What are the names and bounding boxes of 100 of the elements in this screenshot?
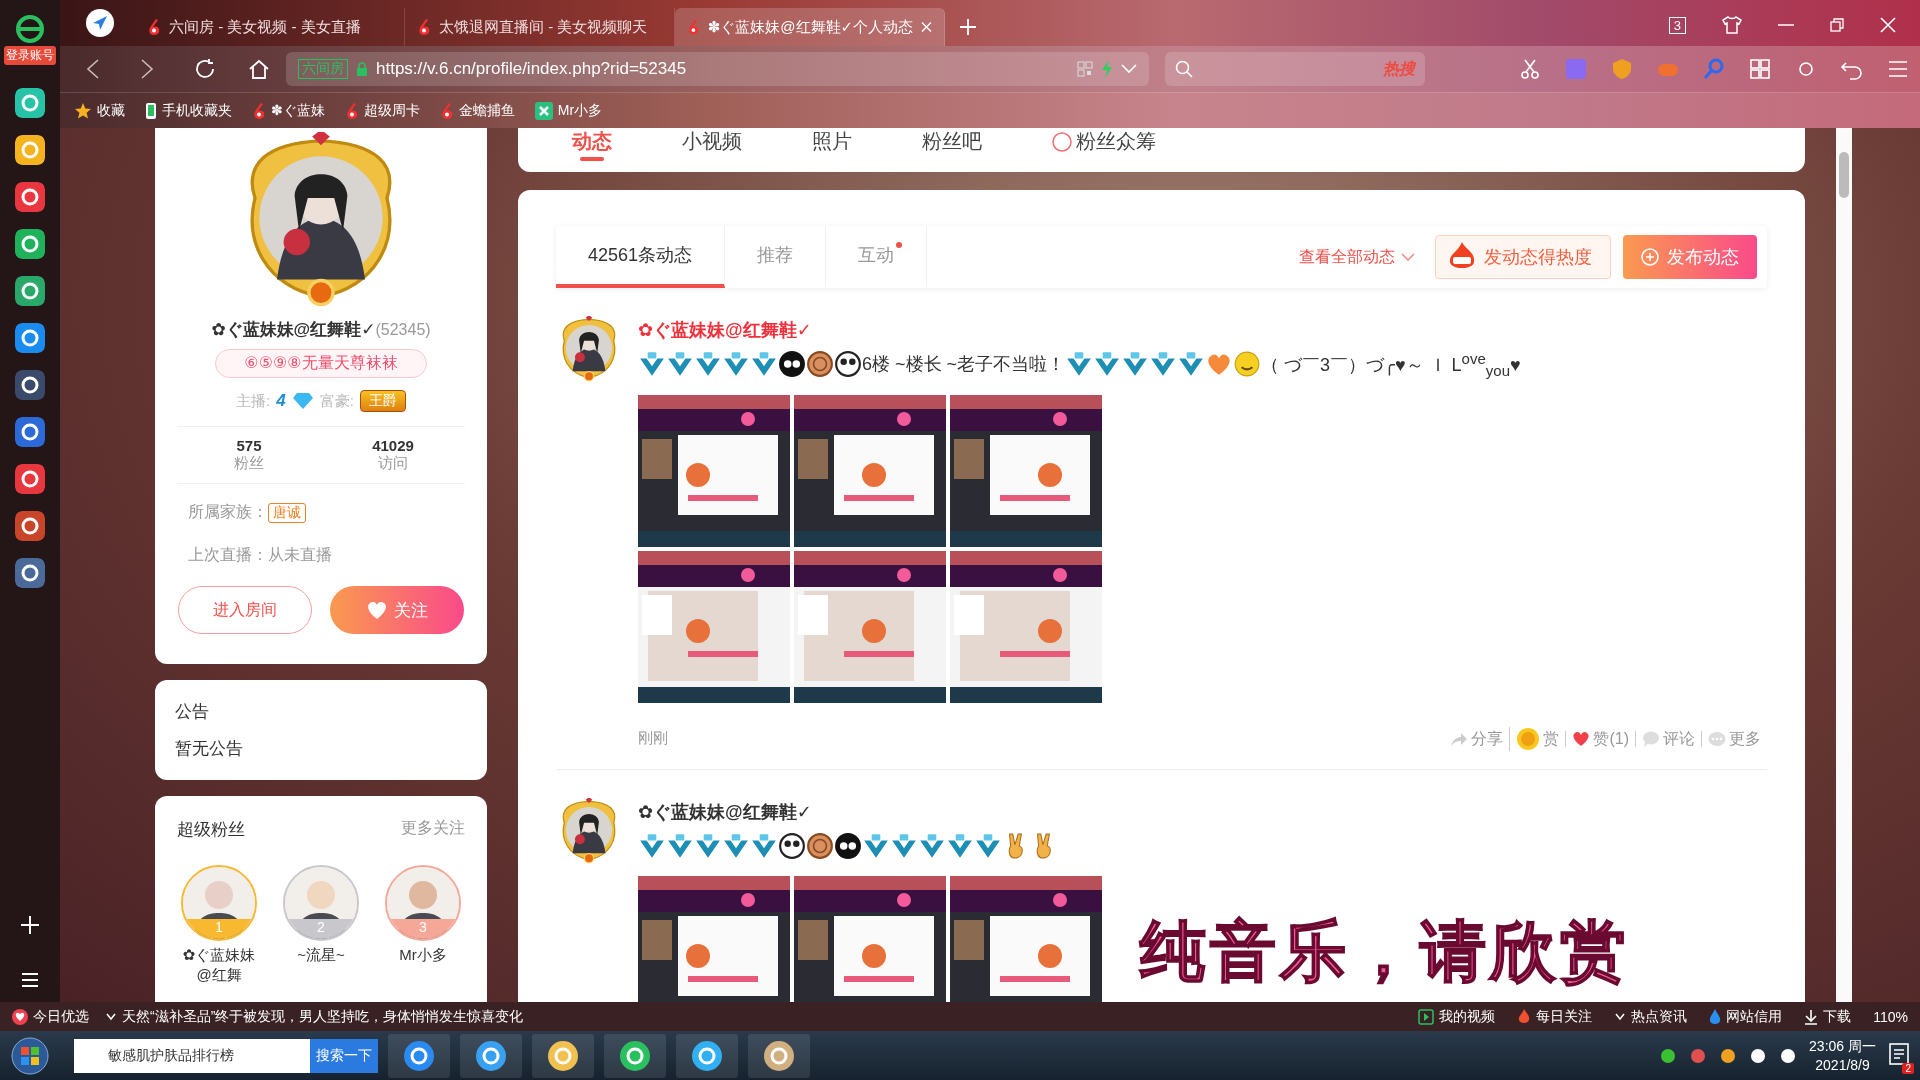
view-all-dropdown[interactable]: 查看全部动态 <box>1299 246 1415 268</box>
status-item[interactable]: 热点资讯 <box>1614 1007 1688 1026</box>
restore-icon[interactable] <box>1830 18 1844 32</box>
zoom-level[interactable]: 110% <box>1873 1008 1908 1025</box>
tab-count[interactable]: 3 <box>1668 16 1686 34</box>
address-field[interactable]: 六间房 https://v.6.cn/profile/index.php?rid=52345 <box>286 52 1149 86</box>
lyrics-overlay: 纯音乐，请欣赏 <box>1140 918 1630 984</box>
fan-name[interactable]: ~流星~ <box>279 945 363 965</box>
shirt-icon[interactable] <box>1722 16 1742 34</box>
download-icon <box>1804 1008 1819 1025</box>
notification-icon[interactable] <box>1888 1041 1910 1066</box>
phone-icon <box>145 101 157 120</box>
bookmark[interactable]: Mr小多 <box>534 101 603 120</box>
stat-value: 575 <box>236 437 262 454</box>
status-item[interactable]: 网站信用 <box>1709 1007 1783 1026</box>
stat-label: 访问 <box>378 454 408 473</box>
login-label[interactable]: 登录账号 <box>4 46 56 65</box>
home-icon[interactable] <box>248 58 270 80</box>
coin-emoji-icon <box>806 831 834 860</box>
tray-icon[interactable] <box>1719 1046 1738 1065</box>
chevron-emoji-icon <box>638 831 666 860</box>
menu-icon[interactable] <box>21 972 39 988</box>
fan-name[interactable]: Mr小多 <box>381 945 465 965</box>
status-item[interactable]: 每日关注 <box>1517 1007 1593 1026</box>
post-author[interactable]: ✿ぐ蓝妹妹@红舞鞋✓ <box>638 318 1767 342</box>
browser-logo-icon[interactable] <box>14 14 46 44</box>
panda-emoji-icon <box>834 350 862 379</box>
tray-icon[interactable] <box>1779 1046 1798 1065</box>
stat-label: 粉丝 <box>234 454 264 473</box>
sidebar-app-icon[interactable] <box>15 464 45 494</box>
search-button[interactable]: 搜索一下 <box>310 1038 378 1073</box>
more-icon <box>1708 730 1726 747</box>
sidebar-app-icon[interactable] <box>15 370 45 400</box>
sidebar-app-icon[interactable] <box>15 229 45 259</box>
sidebar-app-icon[interactable] <box>15 558 45 588</box>
status-item[interactable]: 我的视频 <box>1418 1007 1496 1026</box>
sidebar-app-icon[interactable] <box>15 88 45 118</box>
compass-icon[interactable] <box>85 8 115 38</box>
status-item[interactable]: 今日优选 <box>12 1007 89 1026</box>
chevron-emoji-icon <box>750 831 778 860</box>
rich-label: 富豪: <box>319 391 354 411</box>
start-button-icon[interactable] <box>10 1035 50 1076</box>
grid-icon[interactable] <box>1748 57 1772 81</box>
tray-icon[interactable] <box>1659 1046 1678 1065</box>
search-icon <box>1175 60 1193 78</box>
nav-tab[interactable]: 照片 <box>812 128 852 163</box>
face-emoji-icon <box>834 831 862 860</box>
status-item[interactable]: 天然“滋补圣品”终于被发现，男人坚持吃，身体悄悄发生惊喜变化 <box>105 1007 524 1026</box>
sidebar-app-icon[interactable] <box>15 276 45 306</box>
back-icon[interactable] <box>86 59 100 79</box>
sidebar-app-icon[interactable] <box>15 135 45 165</box>
browser-tab[interactable]: ✽ぐ蓝妹妹@红舞鞋✓个人动态 <box>675 8 945 46</box>
chevron-emoji-icon <box>918 831 946 860</box>
tray-icon[interactable] <box>1749 1046 1768 1065</box>
coin-emoji-icon <box>806 350 834 379</box>
nav-tab[interactable]: 粉丝众筹 <box>1052 128 1156 163</box>
notice-title: 公告 <box>175 701 210 723</box>
scrollbar-thumb[interactable] <box>1839 152 1849 198</box>
bookmark[interactable]: 收藏 <box>74 101 125 120</box>
sidebar-app-icon[interactable] <box>15 511 45 541</box>
app-icon <box>534 101 553 120</box>
bookmark[interactable]: 超级周卡 <box>344 101 420 120</box>
notification-badge: 2 <box>1902 1062 1914 1074</box>
notice-text: 暂无公告 <box>175 738 244 760</box>
bookmark[interactable]: ✽ぐ蓝妹 <box>252 101 325 120</box>
new-tab-icon[interactable] <box>959 18 977 36</box>
anchor-label: 主播: <box>236 391 271 411</box>
chevron-emoji-icon <box>722 831 750 860</box>
drop-icon <box>1709 1008 1722 1025</box>
sidebar-app-icon[interactable] <box>15 323 45 353</box>
heart-icon <box>366 600 388 620</box>
feed-tab[interactable]: 42561条动态 <box>556 226 726 288</box>
sidebar-app-icon[interactable] <box>15 182 45 212</box>
scrollbar[interactable] <box>1836 128 1852 1002</box>
nav-tab[interactable]: 小视频 <box>682 128 742 163</box>
reload-icon[interactable] <box>194 58 216 80</box>
post-author[interactable]: ✿ぐ蓝妹妹@红舞鞋✓ <box>638 799 1767 824</box>
add-icon[interactable] <box>20 915 40 935</box>
chevron-down-icon[interactable] <box>1121 64 1137 74</box>
chevron-emoji-icon <box>862 831 890 860</box>
sidebar-app-icon[interactable] <box>15 417 45 447</box>
profile-name: ✿ぐ蓝妹妹@红舞鞋✓(52345) <box>211 319 431 341</box>
bookmark[interactable]: 手机收藏夹 <box>145 101 232 120</box>
title-tag: ⑥⑤⑨⑧无量天尊袜袜 <box>215 349 427 378</box>
enter-room-button[interactable]: 进入房间 <box>178 586 312 634</box>
forward-icon[interactable] <box>140 59 154 79</box>
lock-icon <box>356 62 368 76</box>
nav-tab[interactable]: 动态 <box>572 128 612 163</box>
user-id: (52345) <box>375 321 431 338</box>
scissors-icon[interactable] <box>1518 57 1542 81</box>
search-field[interactable]: 敏感肌护肤品排行榜 搜索一下 <box>74 1038 378 1073</box>
plus-circle-icon <box>1641 248 1659 266</box>
fan-name[interactable]: ✿ぐ蓝妹妹@红舞 <box>177 945 261 984</box>
close-icon[interactable] <box>921 21 932 33</box>
star-icon <box>74 101 92 120</box>
nav-tab[interactable]: 粉丝吧 <box>922 128 982 163</box>
clock[interactable]: 23:06 周一 2021/8/9 <box>1809 1037 1876 1074</box>
close-icon[interactable] <box>1880 17 1896 33</box>
status-item[interactable]: 下载 <box>1804 1007 1852 1026</box>
bookmark[interactable]: 金蟾捕鱼 <box>439 101 515 120</box>
